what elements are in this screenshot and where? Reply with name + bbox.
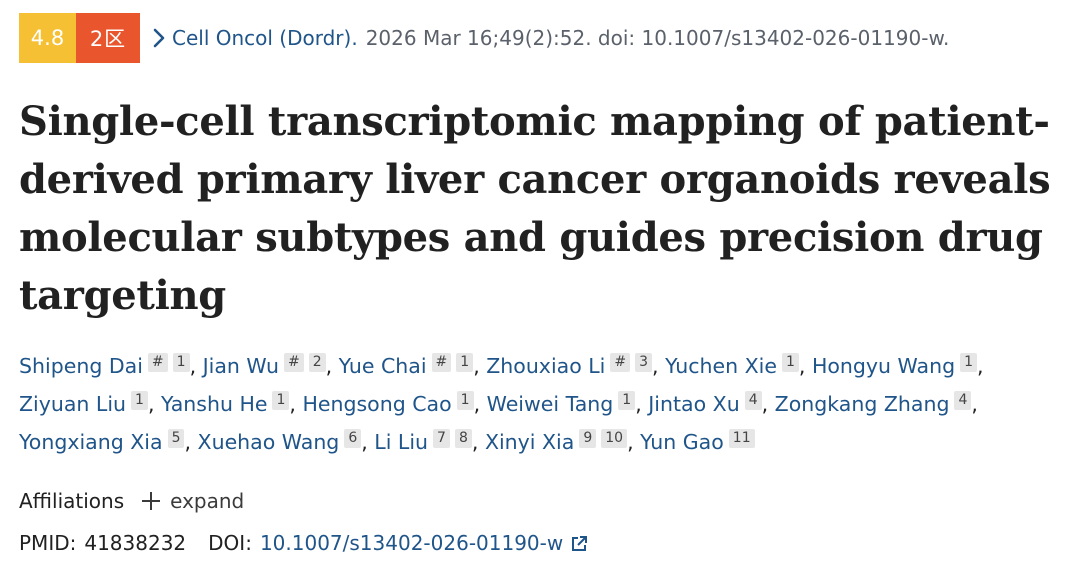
author: Yue Chai #1 (339, 353, 474, 378)
author-name-link[interactable]: Xuehao Wang (198, 430, 340, 454)
affiliation-ref[interactable]: 5 (167, 429, 185, 448)
author-separator: , (471, 430, 485, 454)
author-name-link[interactable]: Zongkang Zhang (775, 392, 950, 416)
author-separator: , (652, 354, 666, 378)
pmid-value: 41838232 (84, 531, 187, 555)
title-line: Single-cell transcriptomic mapping of pa… (19, 98, 1050, 145)
author: Zongkang Zhang 4 (775, 391, 972, 416)
affiliations-row: Affiliations expand (19, 482, 244, 520)
equal-contribution-mark: # (431, 353, 452, 372)
affiliation-ref[interactable]: 11 (728, 429, 755, 448)
author-name-link[interactable]: Jian Wu (203, 354, 279, 378)
journal-link[interactable]: Cell Oncol (Dordr). (172, 26, 358, 50)
equal-contribution-mark: # (147, 353, 168, 372)
author-name-link[interactable]: Yongxiang Xia (19, 430, 163, 454)
title-line: targeting (19, 272, 226, 319)
author-separator: , (189, 354, 203, 378)
external-link-icon[interactable] (570, 534, 588, 552)
author-separator: , (184, 430, 198, 454)
author-name-link[interactable]: Weiwei Tang (487, 392, 614, 416)
author-name-link[interactable]: Yun Gao (640, 430, 724, 454)
author: Hengsong Cao 1 (302, 391, 474, 416)
author: Yun Gao 11 (640, 429, 755, 454)
author: Shipeng Dai #1 (19, 353, 190, 378)
impact-factor-badge: 4.8 (19, 13, 76, 63)
journal-zone-badge: 2区 (76, 13, 140, 63)
affiliation-ref[interactable]: 1 (172, 353, 190, 372)
affiliation-ref[interactable]: 3 (635, 353, 653, 372)
affiliation-ref[interactable]: 4 (954, 391, 972, 410)
author-separator: , (473, 354, 487, 378)
affiliation-ref[interactable]: 2 (308, 353, 326, 372)
author-name-link[interactable]: Xinyi Xia (485, 430, 574, 454)
affiliation-ref[interactable]: 1 (456, 391, 474, 410)
author-list: Shipeng Dai #1, Jian Wu #2, Yue Chai #1, Zh… (19, 347, 1064, 461)
author-name-link[interactable]: Zhouxiao Li (486, 354, 605, 378)
pmid-label: PMID: (19, 531, 77, 555)
affiliation-ref[interactable]: 1 (781, 353, 799, 372)
chevron-right-icon[interactable] (148, 13, 170, 63)
author-name-link[interactable]: Ziyuan Liu (19, 392, 126, 416)
title-line: derived primary liver cancer organoids r… (19, 156, 1051, 203)
author: Xuehao Wang 6 (198, 429, 362, 454)
author: Xinyi Xia 9 10 (485, 429, 628, 454)
author-name-link[interactable]: Yanshu He (161, 392, 267, 416)
title-line: molecular subtypes and guides precision … (19, 214, 1043, 261)
author-separator: , (971, 392, 978, 416)
author-separator: , (361, 430, 375, 454)
author: Jintao Xu 4 (648, 391, 762, 416)
author-name-link[interactable]: Jintao Xu (648, 392, 739, 416)
author-separator: , (289, 392, 303, 416)
author-separator: , (977, 354, 984, 378)
author: Ziyuan Liu 1 (19, 391, 148, 416)
author: Weiwei Tang 1 (487, 391, 636, 416)
affiliations-label: Affiliations (19, 489, 125, 513)
affiliation-ref[interactable]: 1 (456, 353, 474, 372)
author: Yanshu He 1 (161, 391, 290, 416)
affiliation-ref[interactable]: 6 (344, 429, 362, 448)
affiliations-expand-button[interactable]: expand (170, 489, 244, 513)
author: Hongyu Wang 1 (812, 353, 978, 378)
citation-bar: 4.8 2区 Cell Oncol (Dordr). 2026 Mar 16;4… (19, 13, 949, 63)
citation-details: 2026 Mar 16;49(2):52. doi: 10.1007/s1340… (365, 26, 950, 50)
author-separator: , (635, 392, 649, 416)
author-name-link[interactable]: Shipeng Dai (19, 354, 143, 378)
affiliation-ref[interactable]: 1 (131, 391, 148, 410)
author-name-link[interactable]: Hengsong Cao (302, 392, 451, 416)
author-line: Yongxiang Xia 5, Xuehao Wang 6, Li Liu 7 8, … (19, 423, 1064, 461)
equal-contribution-mark: # (283, 353, 304, 372)
affiliation-ref[interactable]: 1 (618, 391, 636, 410)
affiliation-ref[interactable]: 4 (744, 391, 762, 410)
author-line: Shipeng Dai #1, Jian Wu #2, Yue Chai #1, Zh… (19, 347, 1064, 385)
author-separator: , (798, 354, 812, 378)
affiliation-ref[interactable]: 1 (272, 391, 290, 410)
author-separator: , (473, 392, 487, 416)
author-name-link[interactable]: Yuchen Xie (665, 354, 777, 378)
author-separator: , (325, 354, 339, 378)
article-header: 4.8 2区 Cell Oncol (Dordr). 2026 Mar 16;4… (0, 0, 1080, 570)
identifiers-row: PMID: 41838232 DOI: 10.1007/s13402-026-0… (19, 524, 588, 562)
doi-link[interactable]: 10.1007/s13402-026-01190-w (260, 531, 563, 555)
plus-icon[interactable] (142, 492, 161, 510)
author: Li Liu 7 8 (374, 429, 472, 454)
author-name-link[interactable]: Hongyu Wang (812, 354, 955, 378)
author: Yongxiang Xia 5 (19, 429, 185, 454)
author-line: Ziyuan Liu 1, Yanshu He 1, Hengsong Cao 1, … (19, 385, 1064, 423)
affiliation-ref[interactable]: 8 (454, 429, 472, 448)
affiliation-ref[interactable]: 7 (433, 429, 450, 448)
equal-contribution-mark: # (610, 353, 631, 372)
affiliation-ref[interactable]: 10 (601, 429, 628, 448)
affiliation-ref[interactable]: 9 (579, 429, 597, 448)
doi-label: DOI: (208, 531, 252, 555)
author-separator: , (147, 392, 162, 416)
author: Zhouxiao Li #3 (486, 353, 653, 378)
author-separator: , (761, 392, 775, 416)
author-name-link[interactable]: Yue Chai (339, 354, 427, 378)
affiliation-ref[interactable]: 1 (960, 353, 978, 372)
author-separator: , (627, 430, 641, 454)
author: Yuchen Xie 1 (665, 353, 799, 378)
author-name-link[interactable]: Li Liu (374, 430, 428, 454)
article-title: Single-cell transcriptomic mapping of pa… (19, 93, 1059, 325)
author: Jian Wu #2 (203, 353, 326, 378)
